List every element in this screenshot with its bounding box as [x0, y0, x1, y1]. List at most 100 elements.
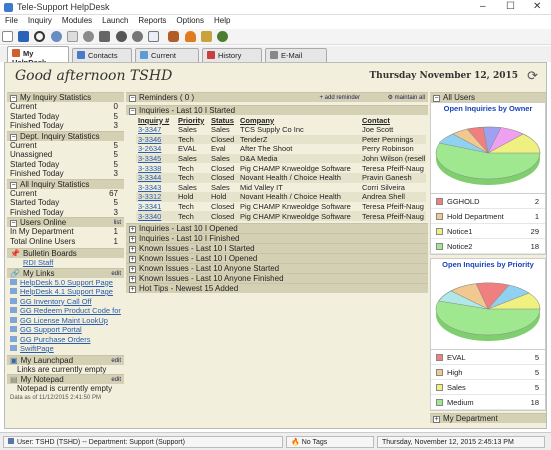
close-button[interactable]: ✕ — [533, 1, 541, 12]
dept-stats-header[interactable]: − Dept. Inquiry Statistics — [7, 130, 124, 141]
table-row[interactable]: 3-3340 Tech Closed Pig CHAMP Knweoldge Soft… — [136, 211, 426, 221]
bug-icon[interactable] — [217, 31, 229, 42]
maintain-all-link[interactable]: ⚙ maintain all — [388, 93, 425, 103]
inquiry-link[interactable]: 3-2634 — [136, 144, 176, 154]
globe-icon[interactable] — [50, 31, 62, 42]
document-icon[interactable] — [66, 31, 78, 42]
email-icon[interactable] — [148, 31, 160, 42]
expand-icon[interactable]: + — [129, 275, 136, 283]
link-item[interactable]: HelpDesk 5.0 Support Page — [7, 278, 124, 288]
my-department-header[interactable]: + My Department — [430, 413, 546, 423]
section-hot-tips[interactable]: + Hot Tips - Newest 15 Added — [126, 282, 428, 293]
col-inquiry[interactable]: Inquiry # — [136, 115, 176, 125]
my-links-header[interactable]: 🔗 My Links edit — [7, 267, 124, 278]
inquiry-link[interactable]: 3-3346 — [136, 134, 176, 145]
tools-icon[interactable] — [99, 31, 111, 42]
inquiry-link[interactable]: 3-3347 — [136, 125, 176, 135]
link-item[interactable]: SwiftPage — [7, 344, 124, 354]
open-folder-icon[interactable] — [18, 31, 30, 42]
menu-file[interactable]: File — [0, 15, 23, 25]
menu-reports[interactable]: Reports — [133, 15, 171, 25]
inquiry-link[interactable]: 3-3338 — [136, 163, 176, 173]
inquiry-link[interactable]: 3-3340 — [136, 211, 176, 221]
menu-options[interactable]: Options — [171, 15, 209, 25]
collapse-icon[interactable]: − — [129, 108, 136, 115]
inquiry-link[interactable]: 3-3341 — [136, 202, 176, 212]
lock-icon[interactable] — [200, 31, 212, 42]
section-ki-anyone-started[interactable]: + Known Issues - Last 10 Anyone Started — [126, 262, 428, 273]
all-users-header[interactable]: − All Users — [430, 92, 546, 102]
inquiry-link[interactable]: 3-3345 — [136, 153, 176, 164]
tab-current[interactable]: Current — [135, 48, 199, 62]
expand-icon[interactable]: + — [129, 265, 136, 273]
refresh-icon[interactable] — [83, 31, 95, 42]
expand-icon[interactable]: + — [129, 285, 136, 293]
launchpad-header[interactable]: ▣ My Launchpad edit — [7, 354, 124, 365]
menu-modules[interactable]: Modules — [57, 15, 97, 25]
link-item[interactable]: HelpDesk 4.1 Support Page — [7, 287, 124, 297]
col-contact[interactable]: Contact — [360, 115, 426, 125]
table-row[interactable]: 3-3341 Tech Closed Pig CHAMP Knweoldge Soft… — [136, 202, 426, 212]
inquiry-link[interactable]: 3-3343 — [136, 183, 176, 193]
link-item[interactable]: GG Support Portal — [7, 325, 124, 335]
tab-my-helpdesk[interactable]: My HelpDesk — [7, 46, 69, 67]
table-row[interactable]: 3-2634 EVAL Eval After The Shoot Perry Robin… — [136, 144, 426, 154]
minimize-button[interactable]: – — [480, 1, 486, 12]
collapse-icon[interactable]: − — [10, 220, 17, 227]
database-icon[interactable] — [168, 31, 180, 42]
all-stats-header[interactable]: − All Inquiry Statistics — [7, 178, 124, 189]
add-reminder-link[interactable]: + add reminder — [319, 93, 360, 103]
tab-contacts[interactable]: Contacts — [72, 48, 132, 62]
notepad-header[interactable]: ▤ My Notepad edit — [7, 374, 124, 384]
reminders-header[interactable]: − Reminders ( 0 ) + add reminder ⚙ maintain… — [126, 92, 428, 102]
col-status[interactable]: Status — [209, 115, 238, 125]
collapse-icon[interactable]: − — [10, 133, 17, 141]
inquiries-started-header[interactable]: − Inquiries - Last 10 I Started — [126, 105, 428, 115]
status-tags[interactable]: 🔥 No Tags — [286, 436, 374, 448]
new-icon[interactable] — [2, 31, 13, 42]
clock-icon[interactable] — [131, 31, 143, 42]
tab-email[interactable]: E-Mail — [265, 48, 327, 62]
settings-icon[interactable] — [115, 31, 127, 42]
link-item[interactable]: GG Inventory Call Off — [7, 297, 124, 307]
table-row[interactable]: 3-3347 Sales Sales TCS Supply Co Inc Joe Sco… — [136, 125, 426, 135]
table-row[interactable]: 3-3343 Sales Sales Mid Valley IT Corri Silve… — [136, 183, 426, 193]
menu-launch[interactable]: Launch — [97, 15, 133, 25]
collapse-icon[interactable]: − — [433, 95, 440, 102]
table-row[interactable]: 3-3344 Tech Closed Novant Health / Choice H… — [136, 172, 426, 183]
refresh-icon[interactable]: ⟳ — [527, 68, 538, 84]
link-item[interactable]: GG Redeem Product Code for — [7, 306, 124, 316]
menu-inquiry[interactable]: Inquiry — [23, 15, 57, 25]
table-row[interactable]: 3-3338 Tech Closed Pig CHAMP Knweoldge Soft… — [136, 163, 426, 173]
expand-icon[interactable]: + — [129, 245, 136, 253]
maximize-button[interactable]: ☐ — [506, 1, 515, 12]
bulletin-header[interactable]: 📌 Bulletin Boards — [7, 248, 124, 258]
inquiry-link[interactable]: 3-3312 — [136, 192, 176, 202]
col-priority[interactable]: Priority — [176, 115, 209, 125]
section-ki-opened[interactable]: + Known Issues - Last 10 I Opened — [126, 252, 428, 263]
table-row[interactable]: 3-3312 Hold Hold Novant Health / Choice Hea… — [136, 192, 426, 202]
section-ki-anyone-finished[interactable]: + Known Issues - Last 10 Anyone Finished — [126, 272, 428, 283]
inquiry-link[interactable]: 3-3344 — [136, 172, 176, 183]
menu-help[interactable]: Help — [209, 15, 235, 25]
expand-icon[interactable]: + — [129, 255, 136, 263]
section-last10-finished[interactable]: + Inquiries - Last 10 I Finished — [126, 232, 428, 243]
expand-icon[interactable]: + — [129, 235, 136, 243]
collapse-icon[interactable]: − — [10, 181, 17, 189]
expand-icon[interactable]: + — [433, 416, 440, 423]
my-stats-header[interactable]: − My Inquiry Statistics — [7, 92, 124, 102]
bulletin-item[interactable]: RDI Staff — [7, 258, 124, 268]
collapse-icon[interactable]: − — [129, 95, 136, 102]
search-icon[interactable] — [34, 31, 46, 42]
table-row[interactable]: 3-3346 Tech Closed TenderZ Peter Pennings — [136, 134, 426, 145]
section-ki-started[interactable]: + Known Issues - Last 10 I Started — [126, 242, 428, 253]
table-row[interactable]: 3-3345 Sales Sales D&A Media John Wilson (re… — [136, 153, 426, 164]
fire-icon[interactable] — [184, 31, 196, 42]
tab-history[interactable]: History — [202, 48, 262, 62]
users-online-header[interactable]: − Users Online list — [7, 217, 124, 227]
expand-icon[interactable]: + — [129, 225, 136, 233]
section-last10-opened[interactable]: + Inquiries - Last 10 I Opened — [126, 222, 428, 233]
col-company[interactable]: Company — [238, 115, 360, 125]
link-item[interactable]: GG License Maint LookUp — [7, 316, 124, 326]
collapse-icon[interactable]: − — [10, 95, 17, 102]
